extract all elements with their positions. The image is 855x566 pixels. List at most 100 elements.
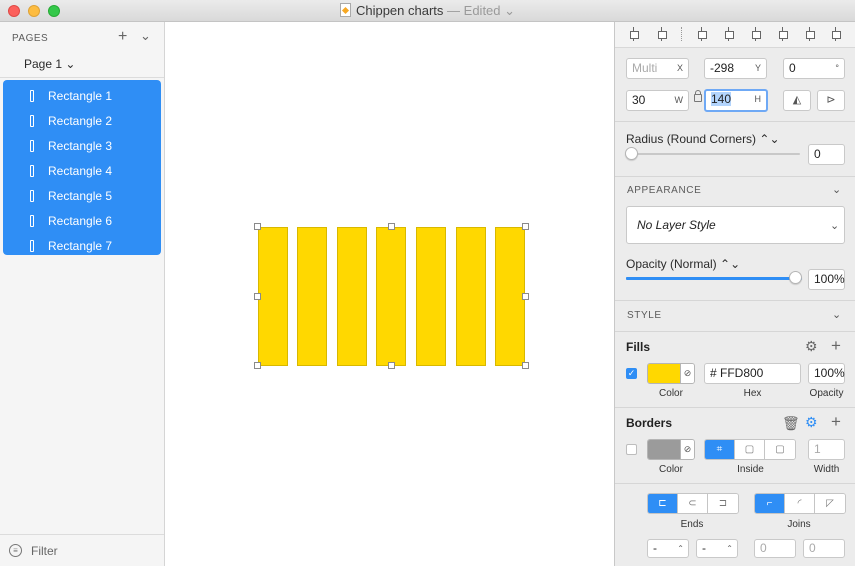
y-field[interactable]: -298 Y xyxy=(704,58,767,79)
divider xyxy=(615,121,855,122)
page-selector[interactable]: Page 1 ⌄ xyxy=(24,57,75,71)
ends-caption: Ends xyxy=(680,519,704,530)
layer-item[interactable]: Rectangle 7 xyxy=(3,233,161,258)
layer-item[interactable]: Rectangle 3 xyxy=(3,133,161,158)
resize-handle-left[interactable] xyxy=(254,293,261,300)
distribute-vertical-icon[interactable] xyxy=(655,27,669,41)
opacity-slider-knob[interactable] xyxy=(789,271,802,284)
resize-handle-right[interactable] xyxy=(522,293,529,300)
layer-item[interactable]: Rectangle 5 xyxy=(3,183,161,208)
border-width-field[interactable]: 1 xyxy=(808,439,845,460)
fill-color-swatch[interactable]: ⊘ xyxy=(647,363,695,384)
layer-label: Rectangle 7 xyxy=(48,238,113,253)
height-field[interactable]: 140 H xyxy=(704,89,768,112)
fill-hex-field[interactable]: # FFD800 xyxy=(704,363,801,384)
x-field[interactable]: Multi X xyxy=(626,58,689,79)
trash-icon[interactable]: 🗑 xyxy=(782,415,800,432)
square-end-button[interactable]: ⊐ xyxy=(708,494,738,513)
align-bottom-icon[interactable] xyxy=(829,27,843,41)
fill-type-icon[interactable]: ⊘ xyxy=(680,364,694,383)
flip-vertical-button[interactable]: ⊳ xyxy=(817,90,845,111)
radius-slider-track[interactable] xyxy=(632,153,800,155)
dash-stepper[interactable]: - ⌃ ⌄ xyxy=(647,539,689,566)
rectangle-3[interactable] xyxy=(337,227,367,366)
rectangle-4[interactable] xyxy=(376,227,406,366)
gear-icon[interactable]: ⚙ xyxy=(805,338,818,355)
flip-horizontal-button[interactable]: ◭ xyxy=(783,90,811,111)
rotation-field[interactable]: 0 ° xyxy=(783,58,845,79)
chevron-down-icon[interactable]: ⌄ xyxy=(832,183,841,196)
filter-input[interactable]: Filter xyxy=(31,544,58,558)
border-center-button[interactable]: ▢ xyxy=(735,440,765,459)
dash-length-field[interactable]: 0 xyxy=(754,539,796,558)
border-outside-button[interactable]: ▢ xyxy=(765,440,795,459)
add-fill-button[interactable]: + xyxy=(831,336,841,356)
align-center-icon[interactable] xyxy=(722,27,736,41)
fill-opacity-field[interactable]: 100% xyxy=(808,363,845,384)
radius-slider-knob[interactable] xyxy=(625,147,638,160)
add-border-button[interactable]: + xyxy=(831,412,841,432)
title-bar: Chippen charts — Edited ⌄ xyxy=(0,0,855,22)
layer-item[interactable]: Rectangle 2 xyxy=(3,108,161,133)
resize-handle-top-left[interactable] xyxy=(254,223,261,230)
opacity-field[interactable]: 100% xyxy=(808,269,845,290)
rectangle-icon xyxy=(30,164,34,177)
add-page-button[interactable]: + xyxy=(118,28,127,46)
align-top-icon[interactable] xyxy=(776,27,790,41)
rectangle-5[interactable] xyxy=(416,227,446,366)
gap-stepper[interactable]: - ⌃ ⌄ xyxy=(696,539,738,566)
collapse-pages-button[interactable]: ⌄ xyxy=(140,28,151,44)
resize-handle-bottom-left[interactable] xyxy=(254,362,261,369)
gap-length-field[interactable]: 0 xyxy=(803,539,845,558)
border-position-segmented: ⌗ ▢ ▢ xyxy=(704,439,796,460)
resize-handle-top-right[interactable] xyxy=(522,223,529,230)
appearance-heading: APPEARANCE xyxy=(627,185,702,196)
filter-icon[interactable]: ≡ xyxy=(9,544,22,557)
rectangle-2[interactable] xyxy=(297,227,327,366)
layer-item[interactable]: Rectangle 4 xyxy=(3,158,161,183)
canvas[interactable] xyxy=(165,22,614,566)
border-enabled-checkbox[interactable] xyxy=(626,444,637,455)
x-value: Multi xyxy=(632,61,658,75)
fill-color-preview xyxy=(648,364,681,383)
bevel-join-button[interactable]: ◸ xyxy=(815,494,845,513)
rectangle-6[interactable] xyxy=(456,227,486,366)
rectangle-icon xyxy=(30,189,34,202)
layer-item[interactable]: Rectangle 6 xyxy=(3,208,161,233)
gear-icon[interactable]: ⚙ xyxy=(805,414,818,431)
edited-status[interactable]: — Edited ⌄ xyxy=(447,3,515,18)
resize-handle-top[interactable] xyxy=(388,223,395,230)
miter-join-button[interactable]: ⌐ xyxy=(755,494,785,513)
butt-end-button[interactable]: ⊏ xyxy=(648,494,678,513)
height-value: 140 xyxy=(711,92,732,106)
resize-handle-bottom[interactable] xyxy=(388,362,395,369)
resize-handle-bottom-right[interactable] xyxy=(522,362,529,369)
divider xyxy=(0,77,164,78)
chevron-down-icon[interactable]: ⌄ xyxy=(832,308,841,321)
rectangle-7[interactable] xyxy=(495,227,525,366)
line-joins-segmented: ⌐ ◜ ◸ xyxy=(754,493,846,514)
border-color-caption: Color xyxy=(659,464,683,475)
rectangle-1[interactable] xyxy=(258,227,288,366)
chevron-down-icon: ⌄ xyxy=(830,220,840,232)
align-left-icon[interactable] xyxy=(695,27,709,41)
border-type-icon[interactable]: ⊘ xyxy=(680,440,694,459)
border-color-swatch[interactable]: ⊘ xyxy=(647,439,695,460)
sketch-document-icon xyxy=(339,3,351,17)
distribute-horizontal-icon[interactable] xyxy=(627,27,641,41)
radius-field[interactable]: 0 xyxy=(808,144,845,165)
lock-ratio-icon[interactable] xyxy=(694,90,702,102)
stepper-arrows-icon: ⌃ ⌄ xyxy=(677,544,684,566)
opacity-label[interactable]: Opacity (Normal) ⌃⌄ xyxy=(626,257,740,271)
layers-sidebar: PAGES + ⌄ Page 1 ⌄ Rectangle 1 Rectangle… xyxy=(0,22,165,566)
round-end-button[interactable]: ⊂ xyxy=(678,494,708,513)
width-field[interactable]: 30 W xyxy=(626,90,689,111)
align-right-icon[interactable] xyxy=(749,27,763,41)
layer-item[interactable]: Rectangle 1 xyxy=(3,83,161,108)
layer-style-dropdown[interactable]: No Layer Style ⌄ xyxy=(626,206,845,244)
border-inside-button[interactable]: ⌗ xyxy=(705,440,735,459)
round-join-button[interactable]: ◜ xyxy=(785,494,815,513)
radius-label[interactable]: Radius (Round Corners) ⌃⌄ xyxy=(626,132,780,146)
align-middle-icon[interactable] xyxy=(803,27,817,41)
fill-enabled-checkbox[interactable]: ✓ xyxy=(626,368,637,379)
